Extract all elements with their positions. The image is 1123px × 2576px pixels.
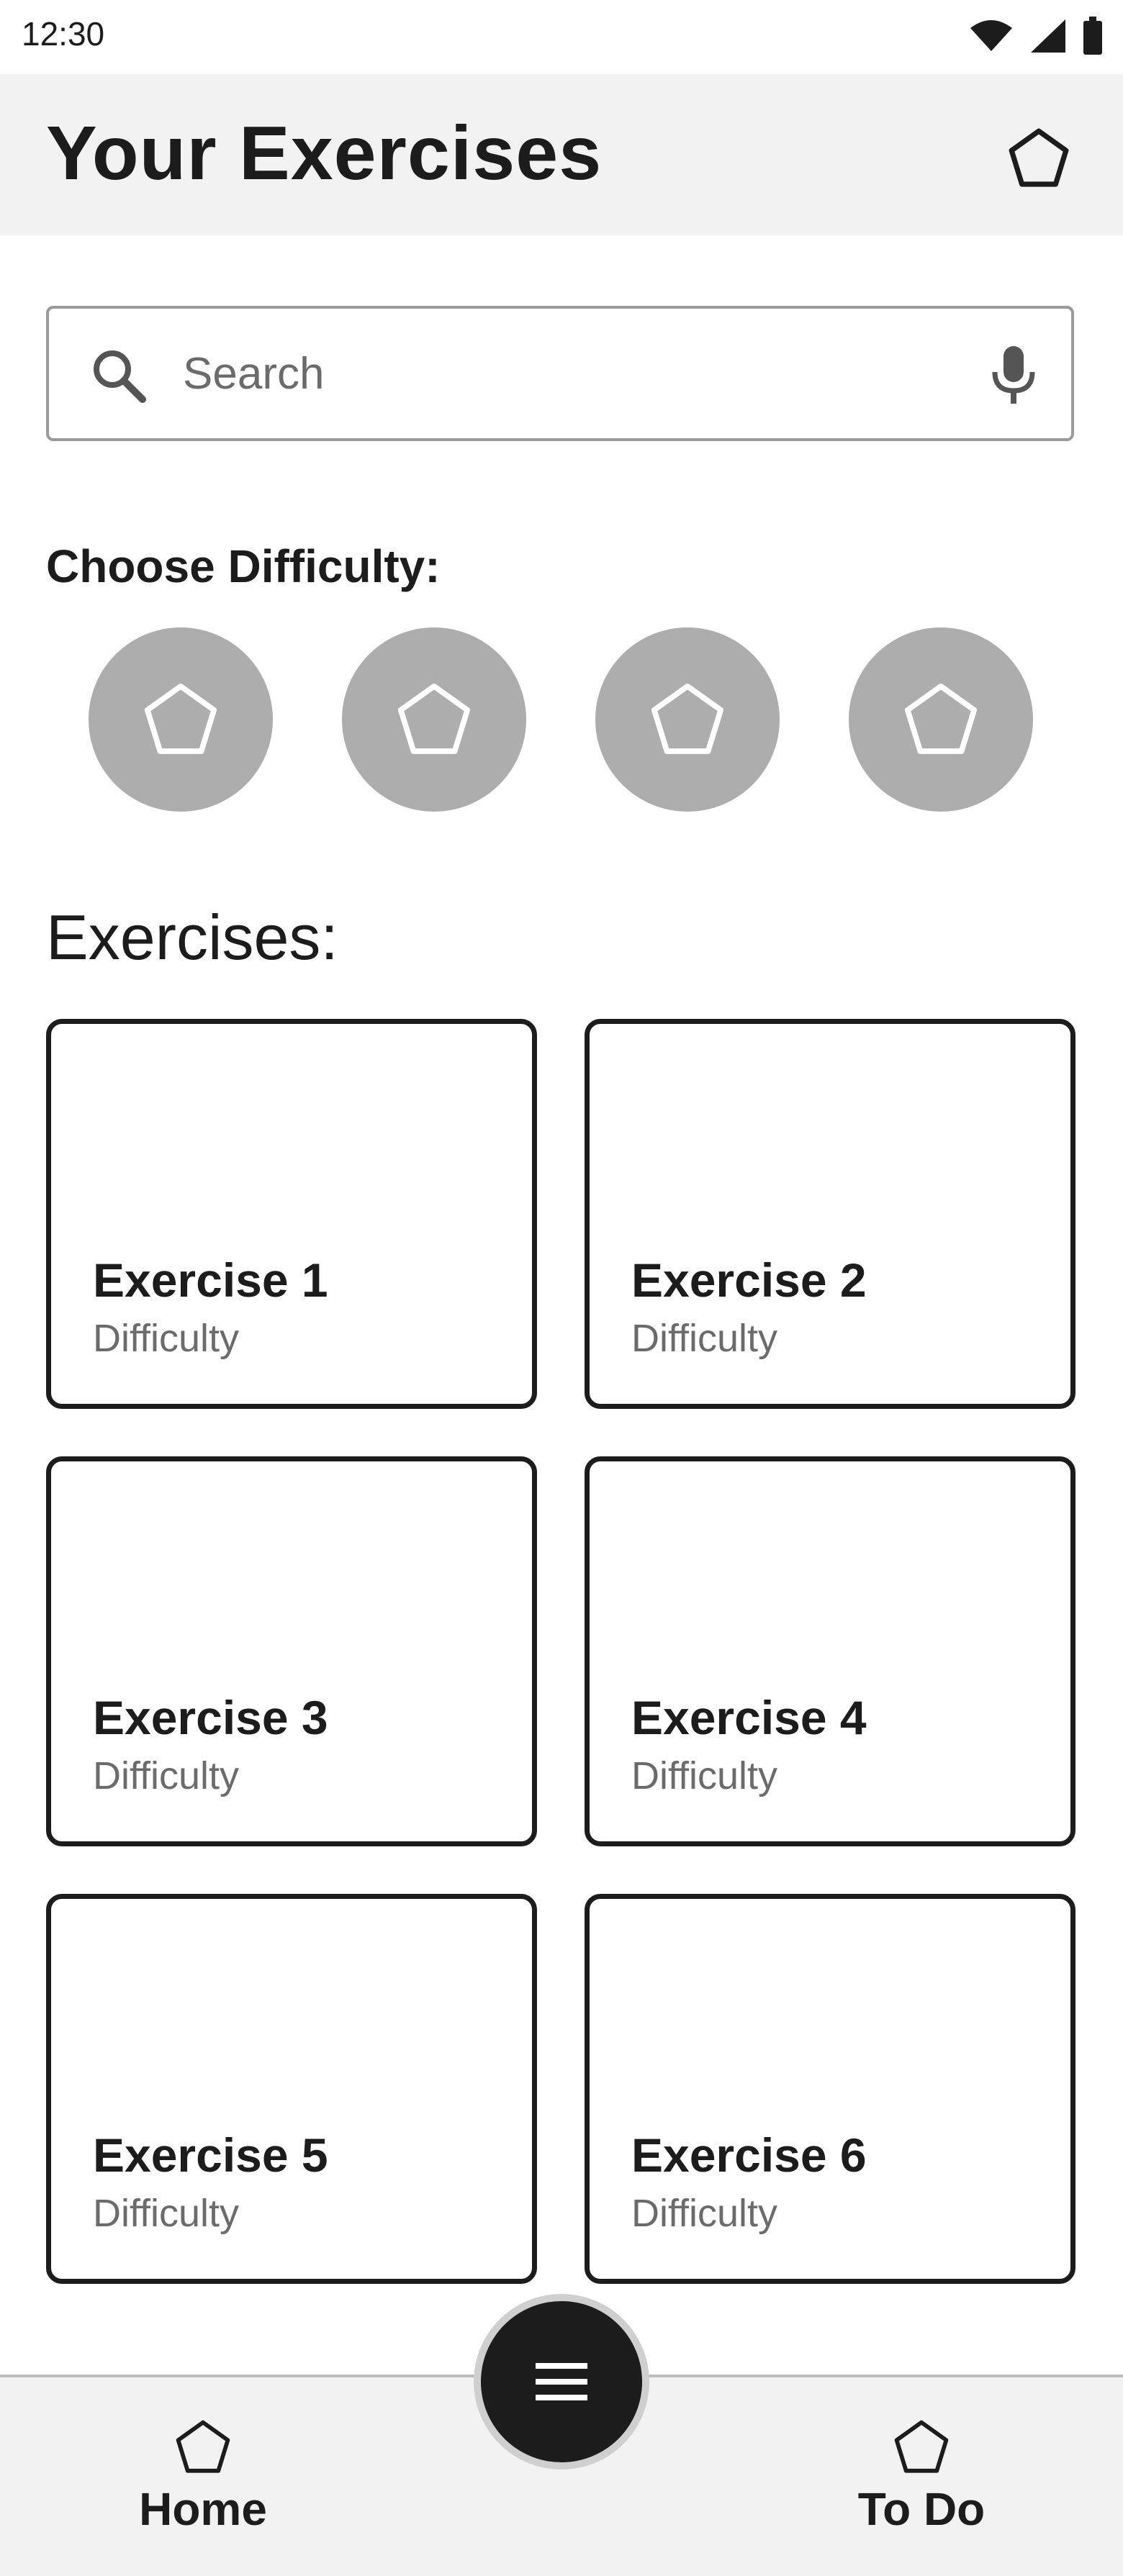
signal-icon — [1031, 19, 1065, 53]
search-input[interactable] — [183, 337, 932, 409]
exercise-title: Exercise 1 — [93, 1253, 328, 1307]
search-icon — [94, 350, 146, 403]
pentagon-icon — [397, 683, 471, 754]
difficulty-option-1[interactable] — [89, 627, 273, 812]
difficulty-option-3[interactable] — [595, 627, 780, 812]
menu-icon — [536, 2363, 587, 2400]
battery-icon — [1083, 17, 1102, 55]
pentagon-icon — [1009, 128, 1069, 187]
app-bar: Your Exercises — [0, 74, 1123, 235]
page-title: Your Exercises — [46, 111, 603, 196]
exercise-difficulty: Difficulty — [93, 2192, 240, 2235]
pentagon-icon — [894, 2420, 949, 2473]
exercise-title: Exercise 2 — [631, 1253, 867, 1307]
exercise-card-2[interactable]: Exercise 2 Difficulty — [585, 1019, 1075, 1409]
app-bar-action-button[interactable] — [1006, 126, 1071, 191]
exercise-card-4[interactable]: Exercise 4 Difficulty — [585, 1456, 1075, 1846]
exercise-difficulty: Difficulty — [93, 1754, 240, 1797]
wifi-icon — [970, 20, 1012, 51]
exercise-difficulty: Difficulty — [93, 1317, 240, 1360]
nav-label-home: Home — [139, 2483, 267, 2535]
exercise-difficulty: Difficulty — [631, 1317, 778, 1360]
pentagon-icon — [904, 683, 978, 754]
menu-fab-button[interactable] — [474, 2294, 649, 2470]
exercise-title: Exercise 5 — [93, 2128, 328, 2182]
exercise-card-1[interactable]: Exercise 1 Difficulty — [46, 1019, 537, 1409]
microphone-icon[interactable] — [985, 343, 1042, 407]
search-bar — [46, 306, 1074, 441]
status-bar: 12:30 — [0, 0, 1123, 74]
status-icons — [969, 16, 1103, 56]
difficulty-option-2[interactable] — [342, 627, 526, 812]
exercise-card-5[interactable]: Exercise 5 Difficulty — [46, 1894, 537, 2284]
nav-item-home[interactable]: Home — [109, 2418, 297, 2562]
exercise-title: Exercise 4 — [631, 1691, 867, 1744]
exercise-difficulty: Difficulty — [631, 1754, 778, 1797]
exercise-title: Exercise 6 — [631, 2128, 867, 2182]
pentagon-icon — [176, 2420, 230, 2473]
difficulty-label: Choose Difficulty: — [46, 540, 441, 592]
nav-item-todo[interactable]: To Do — [828, 2418, 1015, 2562]
nav-label-todo: To Do — [857, 2483, 986, 2535]
fab-surface — [481, 2301, 642, 2462]
pentagon-icon — [144, 683, 217, 754]
exercise-card-6[interactable]: Exercise 6 Difficulty — [585, 1894, 1075, 2284]
status-time: 12:30 — [22, 15, 105, 53]
exercise-difficulty: Difficulty — [631, 2192, 778, 2235]
exercises-title: Exercises: — [46, 902, 338, 973]
pentagon-icon — [651, 683, 724, 754]
difficulty-option-4[interactable] — [849, 627, 1033, 812]
exercise-title: Exercise 3 — [93, 1691, 328, 1744]
exercise-card-3[interactable]: Exercise 3 Difficulty — [46, 1456, 537, 1846]
